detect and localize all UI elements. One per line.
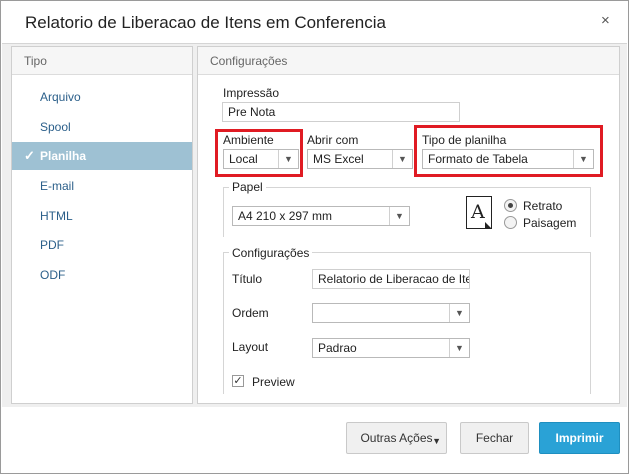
preview-checkbox[interactable]: ✓ [232, 375, 244, 387]
check-icon: ✓ [24, 148, 35, 163]
nav-item-html[interactable]: HTML [12, 202, 192, 230]
nav-item-arquivo[interactable]: Arquivo [12, 83, 192, 111]
config-legend: Configurações [229, 246, 313, 260]
chevron-down-icon: ▼ [389, 207, 409, 225]
nav-item-label: ODF [40, 268, 66, 282]
type-panel-header: Tipo [12, 47, 192, 75]
dialog-title: Relatorio de Liberacao de Itens em Confe… [25, 13, 386, 32]
fechar-button[interactable]: Fechar [460, 422, 529, 454]
imprimir-button[interactable]: Imprimir [539, 422, 620, 454]
outras-acoes-label: Outras Ações [360, 431, 433, 445]
nav-item-label: E-mail [40, 179, 75, 193]
tipo-planilha-highlight [414, 125, 603, 177]
abrir-com-value: MS Excel [313, 152, 364, 166]
nav-item-label: Spool [40, 120, 71, 134]
impressao-label: Impressão [223, 86, 280, 100]
close-icon[interactable]: × [601, 12, 610, 29]
retrato-radio[interactable] [504, 199, 517, 212]
outras-acoes-button[interactable]: Outras Ações ▼ [346, 422, 447, 454]
paper-size-select[interactable]: A4 210 x 297 mm ▼ [232, 206, 410, 226]
paisagem-label: Paisagem [523, 216, 577, 230]
ordem-label: Ordem [232, 306, 269, 320]
page-orientation-icon: A [466, 196, 492, 229]
dialog-window: Relatorio de Liberacao de Itens em Confe… [0, 0, 629, 474]
nav-item-label: Arquivo [40, 90, 81, 104]
ordem-select[interactable]: ▼ [312, 303, 470, 323]
nav-item-label: PDF [40, 238, 64, 252]
paper-size-value: A4 210 x 297 mm [238, 209, 333, 223]
chevron-down-icon: ▼ [392, 150, 412, 168]
abrir-com-select[interactable]: MS Excel ▼ [307, 149, 413, 169]
page-fold [485, 222, 492, 229]
nav-item-label: Planilha [40, 149, 87, 163]
imprimir-label: Imprimir [555, 431, 604, 445]
fechar-label: Fechar [475, 431, 514, 445]
papel-legend: Papel [229, 180, 266, 194]
nav-item-odf[interactable]: ODF [12, 261, 192, 289]
ambiente-highlight [215, 129, 303, 177]
chevron-down-icon: ▼ [449, 304, 469, 322]
titulo-field[interactable]: Relatorio de Liberacao de Itens [312, 269, 470, 289]
nav-item-pdf[interactable]: PDF [12, 231, 192, 259]
nav-item-email[interactable]: E-mail [12, 172, 192, 200]
preview-label: Preview [252, 375, 295, 389]
page-letter: A [471, 201, 485, 223]
settings-panel-header: Configurações [198, 47, 619, 75]
abrir-com-label: Abrir com [307, 133, 359, 147]
paisagem-radio[interactable] [504, 216, 517, 229]
chevron-down-icon: ▼ [432, 436, 441, 446]
chevron-down-icon: ▼ [449, 339, 469, 357]
layout-select[interactable]: Padrao ▼ [312, 338, 470, 358]
layout-label: Layout [232, 340, 269, 354]
titulo-label: Título [232, 272, 263, 286]
retrato-label: Retrato [523, 199, 563, 213]
type-panel: Tipo Arquivo Spool ✓ Planilha E-mail HTM… [11, 46, 193, 404]
layout-value: Padrao [318, 341, 357, 355]
nav-item-spool[interactable]: Spool [12, 113, 192, 141]
nav-item-label: HTML [40, 209, 73, 223]
nav-item-planilha[interactable]: ✓ Planilha [12, 142, 192, 170]
impressao-field[interactable]: Pre Nota [222, 102, 460, 122]
